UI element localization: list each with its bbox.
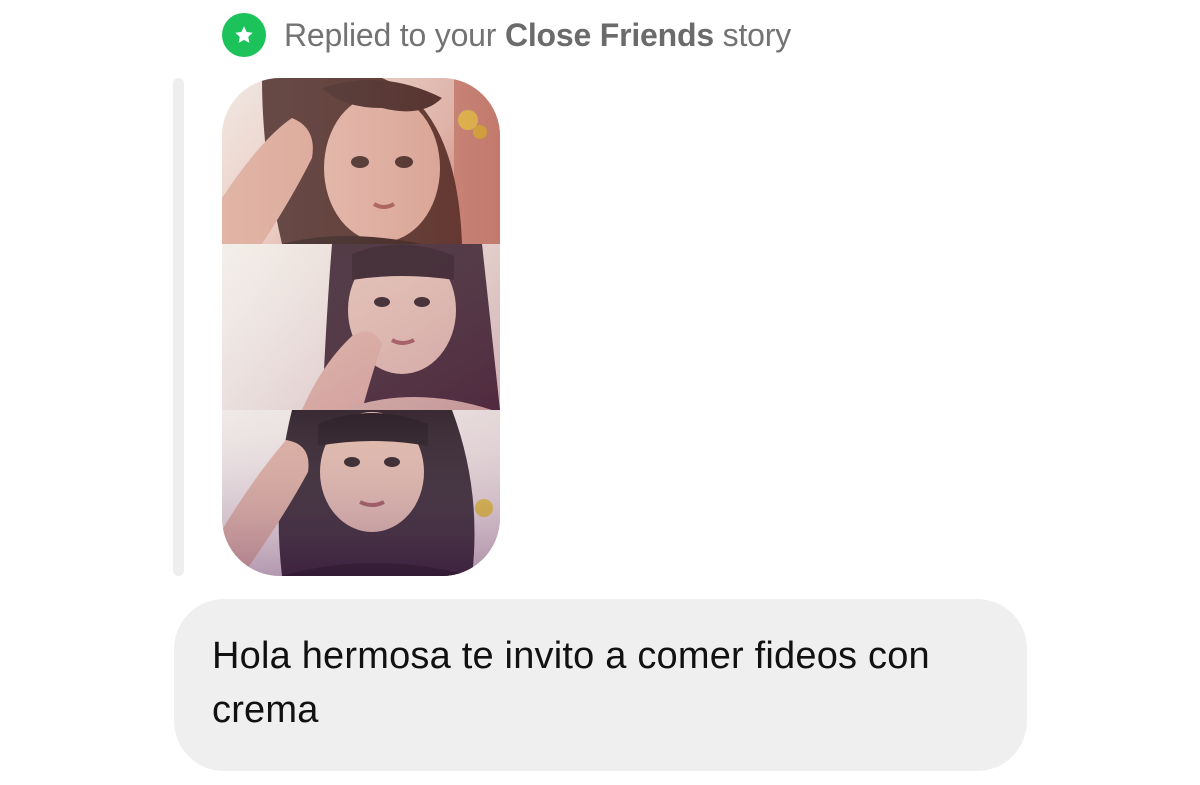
message-bubble[interactable]: Hola hermosa te invito a comer fideos co… — [174, 599, 1027, 771]
story-photo-bottom — [222, 410, 500, 576]
close-friends-badge — [222, 13, 266, 57]
story-preview-image[interactable] — [222, 78, 500, 576]
story-photo-top — [222, 78, 500, 244]
message-text: Hola hermosa te invito a comer fideos co… — [212, 635, 930, 731]
reply-context-text: Replied to your Close Friends story — [284, 16, 791, 53]
reply-quote-bar — [173, 78, 184, 576]
story-reply-header: Replied to your Close Friends story — [222, 12, 791, 58]
story-photo-middle — [222, 244, 500, 410]
star-icon — [235, 26, 253, 43]
